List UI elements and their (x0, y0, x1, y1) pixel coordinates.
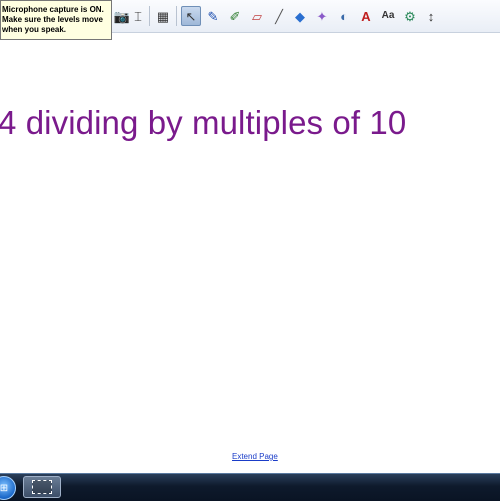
toolbar-divider (176, 6, 177, 26)
eraser-icon[interactable]: ▱ (247, 6, 267, 26)
magic-pen-icon[interactable]: ✦ (312, 6, 332, 26)
windows-start-icon[interactable]: ⊞ (0, 476, 16, 500)
line-icon[interactable]: ╱ (269, 6, 289, 26)
extend-page-link[interactable]: Extend Page (232, 452, 278, 461)
select-arrow-icon[interactable]: ↖ (181, 6, 201, 26)
page-title: 4 dividing by multiples of 10 (0, 104, 407, 141)
screen-capture-icon[interactable]: ⌶ (128, 6, 148, 26)
text-style-icon[interactable]: Aa (378, 6, 398, 26)
screen-capture-app-icon[interactable] (23, 476, 61, 498)
capture-frame-icon (32, 480, 52, 494)
highlighter-icon[interactable]: ✐ (225, 6, 245, 26)
fill-bucket-icon[interactable]: ◐ (334, 6, 354, 26)
toolbar-divider (149, 6, 150, 26)
more-icon[interactable]: ↕ (421, 6, 441, 26)
properties-icon[interactable]: ⚙ (400, 6, 420, 26)
pen-icon[interactable]: ✎ (203, 6, 223, 26)
text-icon[interactable]: A (356, 6, 376, 26)
taskbar: ⊞ (0, 473, 500, 501)
fill-shape-icon[interactable]: ◆ (290, 6, 310, 26)
microphone-tooltip: Microphone capture is ON. Make sure the … (0, 0, 112, 40)
table-icon[interactable]: ▦ (153, 6, 173, 26)
